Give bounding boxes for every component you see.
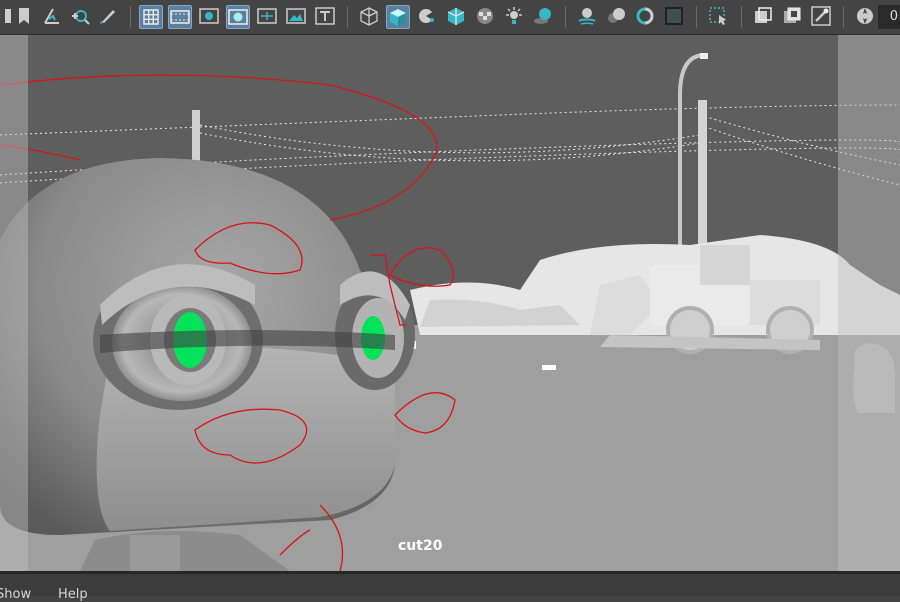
safe-action-icon[interactable]: [284, 5, 308, 29]
gate-mask-left: [0, 35, 28, 571]
screen-space-reflection-icon[interactable]: [575, 5, 599, 29]
ambient-occlusion-icon[interactable]: [633, 5, 657, 29]
textured-icon[interactable]: [473, 5, 497, 29]
wireframe-on-shaded-icon[interactable]: [444, 5, 468, 29]
menu-help[interactable]: Help: [58, 588, 88, 602]
camera-attributes-icon[interactable]: [40, 5, 64, 29]
ground-marker: [542, 365, 556, 370]
bottom-menu-bar: Show Help: [0, 571, 900, 602]
exposure-icon[interactable]: [853, 5, 877, 29]
grid-icon[interactable]: [139, 5, 163, 29]
shadows-icon[interactable]: [531, 5, 555, 29]
grease-pencil-icon[interactable]: [96, 5, 120, 29]
frame-value-field[interactable]: 0: [878, 5, 900, 29]
safe-title-icon[interactable]: [313, 5, 337, 29]
anti-aliasing-icon[interactable]: [662, 5, 686, 29]
utility-pole-right: [698, 100, 707, 260]
camera-name-label: cut20: [398, 538, 443, 554]
wireframe-icon[interactable]: [357, 5, 381, 29]
camera-viewport[interactable]: cut20: [0, 35, 900, 571]
field-chart-icon[interactable]: [255, 5, 279, 29]
xray-icon[interactable]: [751, 5, 775, 29]
use-default-material-icon[interactable]: [415, 5, 439, 29]
use-lights-icon[interactable]: [502, 5, 526, 29]
bookmark-icon[interactable]: [12, 5, 36, 29]
menu-show[interactable]: Show: [0, 588, 31, 602]
xray-joints-icon[interactable]: [809, 5, 833, 29]
toolbar-separator: [843, 6, 844, 28]
scene-render: [0, 35, 900, 571]
smooth-shade-icon[interactable]: [386, 5, 410, 29]
motion-blur-icon[interactable]: [604, 5, 628, 29]
isolate-select-icon[interactable]: [706, 5, 730, 29]
toolbar-separator: [696, 6, 697, 28]
toolbar-separator: [130, 6, 131, 28]
toolbar-separator: [741, 6, 742, 28]
gate-mask-icon[interactable]: [226, 5, 250, 29]
resolution-gate-icon[interactable]: [197, 5, 221, 29]
gate-mask-right: [838, 35, 900, 571]
viewport-toolbar: 0: [0, 0, 900, 35]
toolbar-separator: [347, 6, 348, 28]
xray-active-components-icon[interactable]: [780, 5, 804, 29]
film-gate-icon[interactable]: [168, 5, 192, 29]
pan-zoom-icon[interactable]: [68, 5, 92, 29]
toolbar-separator: [565, 6, 566, 28]
